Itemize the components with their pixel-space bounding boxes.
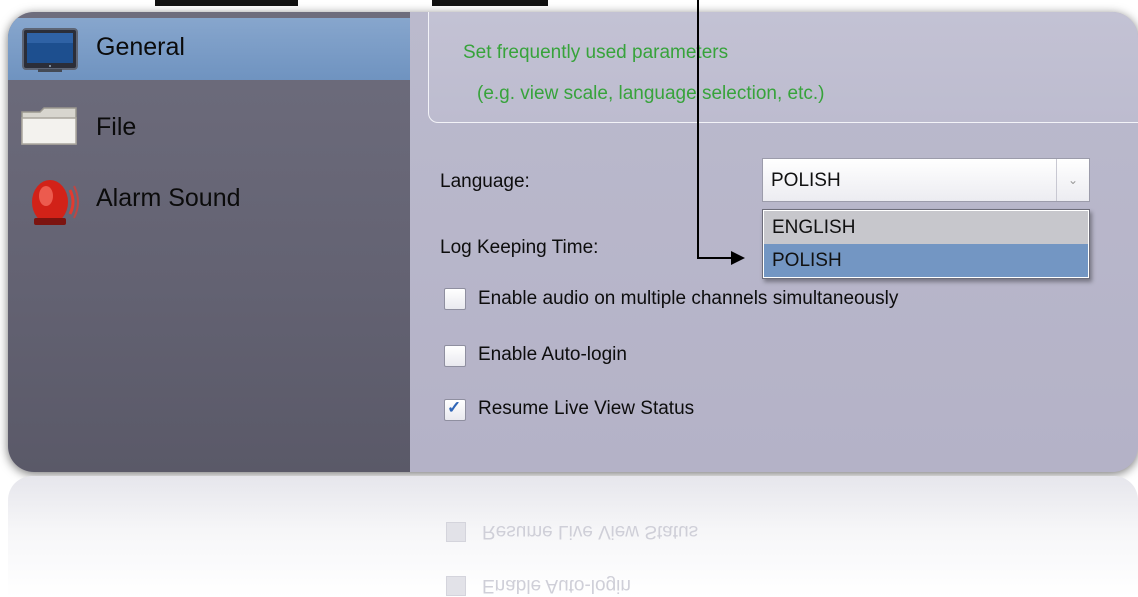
chevron-down-icon[interactable]: ⌄ [1056, 159, 1089, 201]
sidebar-item-label: General [96, 33, 185, 61]
option-label: ENGLISH [772, 217, 856, 238]
language-select-value: POLISH [771, 170, 841, 191]
highlight-block-2 [432, 0, 548, 6]
checkmark-icon: ✓ [447, 398, 462, 417]
description-box: Set frequently used parameters (e.g. vie… [428, 12, 1138, 123]
window-reflection: Resume Live View Status Enable Auto-logi… [8, 476, 1138, 597]
language-select[interactable]: POLISH ⌄ [762, 158, 1090, 202]
log-keeping-time-label: Log Keeping Time: [440, 237, 599, 258]
resume-live-view-label: Resume Live View Status [478, 398, 695, 419]
description-line-1: Set frequently used parameters [463, 42, 729, 63]
sidebar-item-label: Alarm Sound [96, 184, 241, 212]
audio-multiple-channels-label: Enable audio on multiple channels simult… [478, 288, 899, 309]
option-label: POLISH [772, 250, 842, 271]
alarm-siren-icon [26, 172, 80, 231]
language-option-polish[interactable]: POLISH [764, 244, 1088, 277]
auto-login-label: Enable Auto-login [478, 344, 627, 365]
reflected-text: Enable Auto-login [482, 575, 631, 596]
reflected-text: Resume Live View Status [482, 521, 699, 542]
callout-arrow-head [731, 251, 745, 265]
auto-login-checkbox[interactable] [444, 345, 466, 367]
sidebar-item-general[interactable]: General [8, 18, 410, 80]
resume-live-view-checkbox[interactable]: ✓ [444, 398, 466, 421]
settings-window: General File Alarm Sound Set frequently … [8, 12, 1138, 472]
cropped-instruction-text [0, 0, 1138, 8]
reflected-checkbox [446, 522, 466, 542]
sidebar-item-file[interactable]: File [8, 94, 410, 156]
sidebar: General File Alarm Sound [8, 12, 410, 472]
description-line-2: (e.g. view scale, language selection, et… [477, 83, 825, 104]
language-dropdown-list: ENGLISH POLISH [762, 209, 1090, 279]
audio-multiple-channels-checkbox[interactable] [444, 288, 466, 310]
language-label: Language: [440, 171, 530, 192]
callout-arrow-line [697, 257, 733, 259]
sidebar-item-label: File [96, 113, 137, 141]
language-option-english[interactable]: ENGLISH [764, 211, 1088, 244]
reflected-checkbox [446, 576, 466, 596]
callout-arrow-line [697, 0, 699, 259]
folder-icon [20, 104, 78, 153]
monitor-icon [22, 28, 78, 79]
sidebar-item-alarm-sound[interactable]: Alarm Sound [8, 168, 410, 230]
content-panel: Set frequently used parameters (e.g. vie… [410, 12, 1138, 472]
highlight-block-1 [155, 0, 298, 6]
